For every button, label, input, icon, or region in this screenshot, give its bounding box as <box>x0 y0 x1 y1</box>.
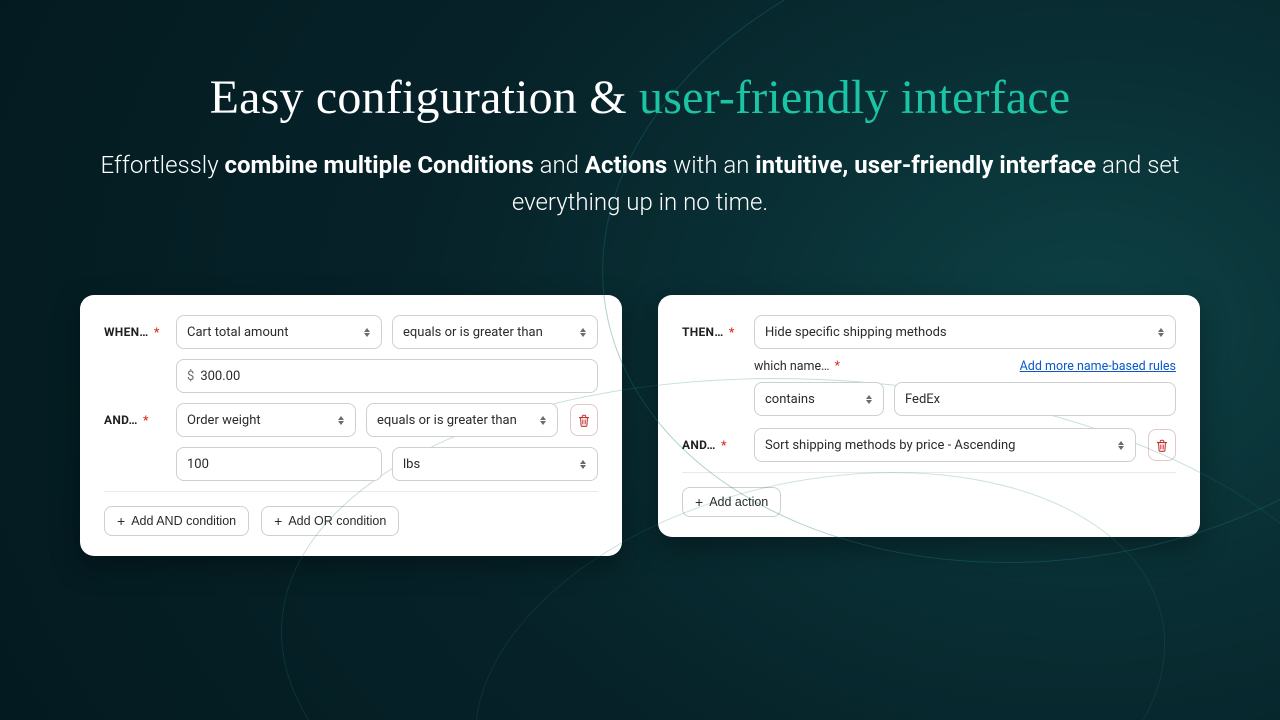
plus-icon: + <box>695 495 703 509</box>
delete-action-button[interactable] <box>1148 429 1176 461</box>
delete-condition-button[interactable] <box>570 404 598 436</box>
title-plain: Easy configuration & <box>210 71 639 124</box>
hero: Easy configuration & user-friendly inter… <box>0 0 1280 221</box>
updown-icon <box>537 413 549 427</box>
action-buttons: + Add action <box>682 487 1176 517</box>
amount-input[interactable]: $ 300.00 <box>176 359 598 393</box>
updown-icon <box>863 392 875 406</box>
action-row-then: THEN… * Hide specific shipping methods <box>682 315 1176 349</box>
page-subtitle: Effortlessly combine multiple Conditions… <box>0 147 1280 221</box>
name-operator-select[interactable]: contains <box>754 382 884 416</box>
title-accent: user-friendly interface <box>639 71 1070 124</box>
add-or-condition-button[interactable]: + Add OR condition <box>261 506 399 536</box>
action-select-2[interactable]: Sort shipping methods by price - Ascendi… <box>754 428 1136 462</box>
when-label: WHEN… * <box>104 325 164 339</box>
name-value-input[interactable]: FedEx <box>894 382 1176 416</box>
condition-buttons: + Add AND condition + Add OR condition <box>104 506 598 536</box>
actions-card: THEN… * Hide specific shipping methods w… <box>658 295 1200 537</box>
and-label: AND… * <box>104 413 164 427</box>
condition-operator-select[interactable]: equals or is greater than <box>392 315 598 349</box>
add-action-button[interactable]: + Add action <box>682 487 781 517</box>
condition-amount-row: $ 300.00 <box>104 359 598 393</box>
plus-icon: + <box>117 514 125 528</box>
conditions-card: WHEN… * Cart total amount equals or is g… <box>80 295 622 556</box>
action-select[interactable]: Hide specific shipping methods <box>754 315 1176 349</box>
condition-row-when: WHEN… * Cart total amount equals or is g… <box>104 315 598 349</box>
trash-icon <box>1155 438 1169 453</box>
updown-icon <box>361 325 373 339</box>
updown-icon <box>1155 325 1167 339</box>
divider <box>682 472 1176 473</box>
and-label-actions: AND… * <box>682 438 742 452</box>
name-rule-subgroup: which name… * Add more name-based rules … <box>754 359 1176 416</box>
updown-icon <box>335 413 347 427</box>
updown-icon <box>1115 438 1127 452</box>
trash-icon <box>577 413 591 428</box>
action-row-and: AND… * Sort shipping methods by price - … <box>682 428 1176 462</box>
weight-value-input[interactable]: 100 <box>176 447 382 481</box>
updown-icon <box>577 457 589 471</box>
condition-row-and: AND… * Order weight equals or is greater… <box>104 403 598 437</box>
updown-icon <box>577 325 589 339</box>
condition-operator-select-2[interactable]: equals or is greater than <box>366 403 558 437</box>
then-label: THEN… * <box>682 325 742 339</box>
currency-prefix: $ <box>187 369 200 384</box>
plus-icon: + <box>274 514 282 528</box>
page-title: Easy configuration & user-friendly inter… <box>0 70 1280 125</box>
condition-field-select[interactable]: Cart total amount <box>176 315 382 349</box>
condition-field-select-2[interactable]: Order weight <box>176 403 356 437</box>
add-and-condition-button[interactable]: + Add AND condition <box>104 506 249 536</box>
divider <box>104 491 598 492</box>
condition-weight-value-row: 100 lbs <box>104 447 598 481</box>
weight-unit-select[interactable]: lbs <box>392 447 598 481</box>
which-name-label: which name… * <box>754 359 840 374</box>
add-name-rules-link[interactable]: Add more name-based rules <box>1020 359 1176 374</box>
